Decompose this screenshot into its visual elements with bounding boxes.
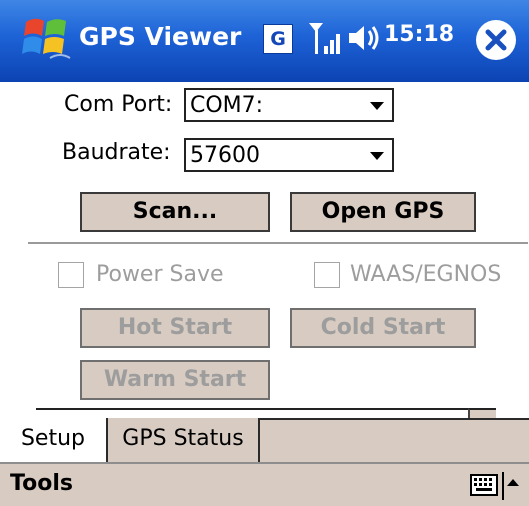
- tools-menu[interactable]: Tools: [10, 471, 73, 496]
- menu-separator: [502, 472, 504, 500]
- windows-start-icon[interactable]: [20, 14, 74, 64]
- open-gps-button[interactable]: Open GPS: [290, 192, 476, 232]
- cold-start-button[interactable]: Cold Start: [290, 308, 476, 348]
- scan-button[interactable]: Scan...: [80, 192, 270, 232]
- g-badge-icon[interactable]: G: [263, 24, 293, 54]
- com-port-select[interactable]: COM7:: [184, 88, 394, 122]
- chevron-down-icon: [370, 152, 384, 160]
- waas-egnos-checkbox[interactable]: [314, 262, 340, 288]
- baudrate-select[interactable]: 57600: [184, 138, 394, 172]
- tab-setup[interactable]: Setup: [0, 418, 108, 462]
- power-save-checkbox[interactable]: [58, 262, 84, 288]
- tab-gps-status[interactable]: GPS Status: [108, 418, 260, 462]
- com-port-value: COM7:: [190, 93, 264, 118]
- clock[interactable]: 15:18: [384, 22, 454, 47]
- divider: [28, 242, 528, 244]
- chevron-down-icon: [370, 102, 384, 110]
- menu-bar: Tools: [0, 462, 529, 506]
- close-button[interactable]: [476, 20, 516, 60]
- com-port-label: Com Port:: [64, 92, 173, 117]
- hot-start-button[interactable]: Hot Start: [80, 308, 270, 348]
- keyboard-icon[interactable]: [470, 474, 498, 496]
- close-icon: [485, 29, 507, 51]
- warm-start-button[interactable]: Warm Start: [80, 360, 270, 400]
- baudrate-label: Baudrate:: [62, 140, 171, 165]
- app-title: GPS Viewer: [79, 22, 242, 51]
- signal-icon[interactable]: [306, 20, 344, 58]
- baudrate-value: 57600: [190, 143, 260, 168]
- tab-strip: Setup GPS Status: [0, 418, 529, 462]
- sip-up-arrow-icon[interactable]: [507, 479, 519, 486]
- power-save-label: Power Save: [96, 262, 224, 287]
- title-bar: GPS Viewer G 15:18: [0, 0, 529, 82]
- waas-egnos-label: WAAS/EGNOS: [350, 262, 502, 287]
- volume-icon[interactable]: [347, 22, 383, 54]
